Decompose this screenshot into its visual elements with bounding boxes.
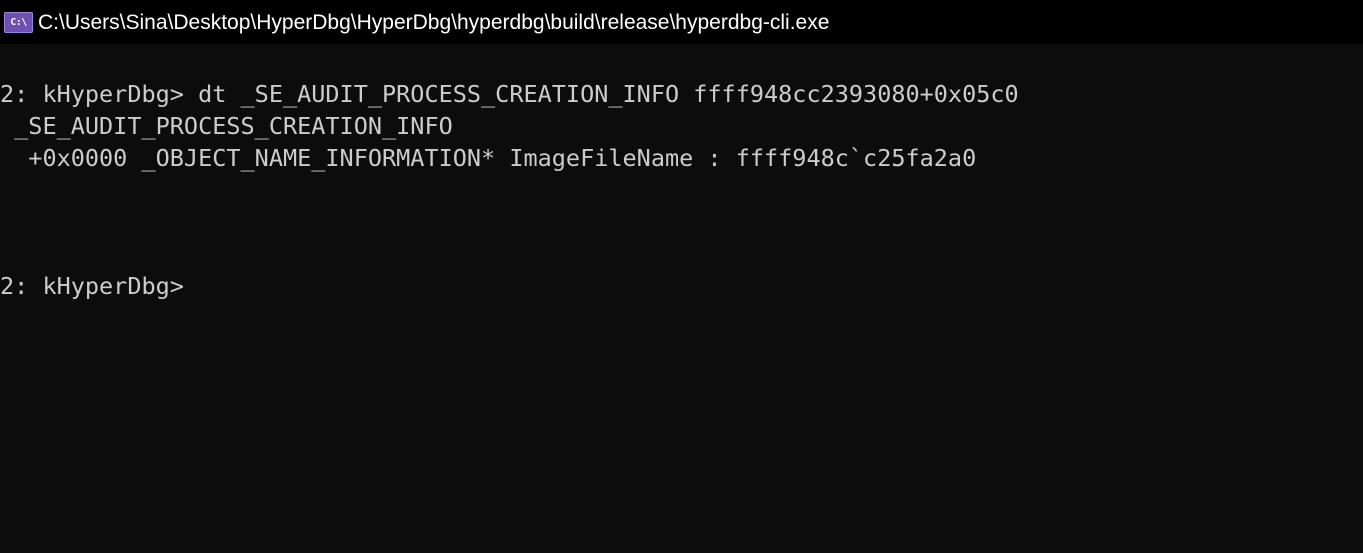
- window-title: C:\Users\Sina\Desktop\HyperDbg\HyperDbg\…: [38, 11, 830, 34]
- console-line-struct-name: _SE_AUDIT_PROCESS_CREATION_INFO: [0, 112, 453, 140]
- title-bar[interactable]: C:\ C:\Users\Sina\Desktop\HyperDbg\Hyper…: [0, 0, 1363, 44]
- console-prompt-text: 2: kHyperDbg>: [0, 272, 184, 300]
- command-prompt-icon: C:\: [4, 12, 33, 33]
- console-window: C:\ C:\Users\Sina\Desktop\HyperDbg\Hyper…: [0, 0, 1363, 553]
- console-output[interactable]: 2: kHyperDbg> dt _SE_AUDIT_PROCESS_CREAT…: [0, 44, 1363, 553]
- console-line-struct-field: +0x0000 _OBJECT_NAME_INFORMATION* ImageF…: [0, 144, 977, 172]
- console-prompt[interactable]: 2: kHyperDbg>: [0, 270, 184, 302]
- command-prompt-icon-glyph: C:\: [10, 17, 27, 28]
- console-line-command: 2: kHyperDbg> dt _SE_AUDIT_PROCESS_CREAT…: [0, 80, 1019, 108]
